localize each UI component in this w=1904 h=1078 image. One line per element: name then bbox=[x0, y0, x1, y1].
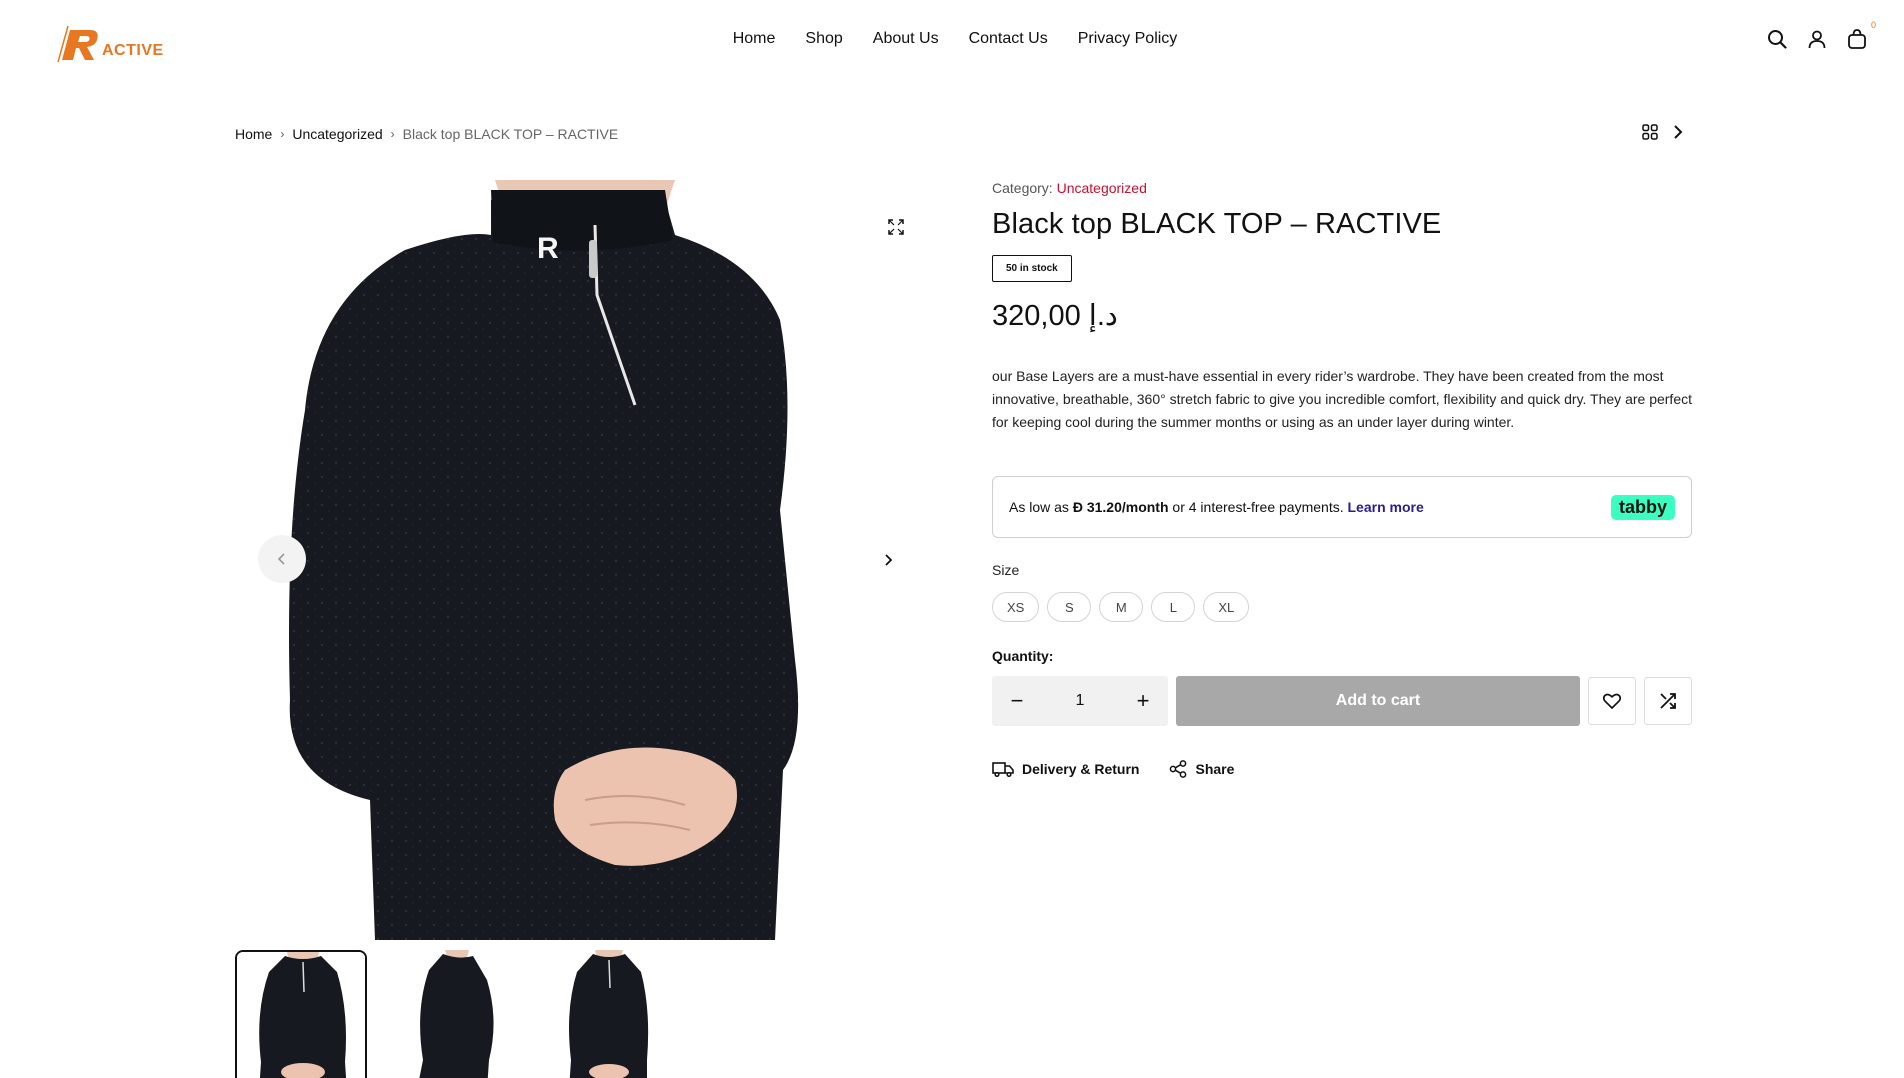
compare-icon bbox=[1660, 693, 1676, 709]
cart-count: 0 bbox=[1870, 20, 1876, 30]
thumbnail-1[interactable] bbox=[235, 950, 367, 1078]
site-header: ACTIVE Home Shop About Us Contact Us Pri… bbox=[0, 0, 1904, 84]
quantity-increase-button[interactable]: + bbox=[1132, 688, 1154, 714]
expand-icon[interactable] bbox=[888, 219, 906, 237]
compare-button[interactable] bbox=[1644, 677, 1692, 725]
product-price: د.إ 320,00 bbox=[992, 300, 1118, 332]
nav-home[interactable]: Home bbox=[733, 30, 776, 48]
product-description: our Base Layers are a must-have essentia… bbox=[992, 368, 1692, 430]
gallery-prev-button[interactable] bbox=[258, 535, 306, 583]
heart-icon bbox=[1603, 693, 1621, 709]
tabby-text: As low as Ð 31.20/month or 4 interest-fr… bbox=[1009, 499, 1424, 515]
nav-about-us[interactable]: About Us bbox=[873, 30, 939, 48]
truck-icon bbox=[992, 762, 1014, 777]
chevron-right-icon: › bbox=[280, 127, 285, 141]
gallery-thumbnails bbox=[235, 950, 675, 1078]
breadcrumb-current: Black top BLACK TOP – RACTIVE bbox=[402, 126, 619, 142]
tabby-logo: tabby bbox=[1610, 494, 1675, 520]
thumbnail-3[interactable] bbox=[543, 950, 675, 1078]
nav-contact-us[interactable]: Contact Us bbox=[969, 30, 1048, 48]
product-title: Black top BLACK TOP – RACTIVE bbox=[992, 208, 1442, 240]
tabby-currency: Ð bbox=[1072, 499, 1083, 515]
bag-icon[interactable]: 0 bbox=[1846, 20, 1876, 50]
wishlist-button[interactable] bbox=[1588, 677, 1636, 725]
share-label: Share bbox=[1195, 761, 1235, 777]
size-option-s[interactable]: S bbox=[1047, 592, 1092, 622]
tabby-learn-more-link[interactable]: Learn more bbox=[1348, 499, 1424, 515]
tabby-widget: As low as Ð 31.20/month or 4 interest-fr… bbox=[992, 476, 1692, 538]
chevron-right-icon[interactable] bbox=[1672, 124, 1684, 145]
nav-shop[interactable]: Shop bbox=[805, 30, 842, 48]
breadcrumb-home[interactable]: Home bbox=[235, 126, 272, 142]
gallery-next-button[interactable] bbox=[876, 548, 900, 572]
size-option-l[interactable]: L bbox=[1151, 592, 1196, 622]
main-nav: Home Shop About Us Contact Us Privacy Po… bbox=[0, 30, 1904, 48]
tabby-amount: 31.20/month bbox=[1086, 499, 1169, 515]
category-label: Category: bbox=[992, 180, 1053, 196]
quantity-value[interactable]: 1 bbox=[1076, 692, 1085, 710]
size-option-xs[interactable]: XS bbox=[992, 592, 1040, 622]
quantity-label: Quantity: bbox=[992, 648, 1054, 664]
grid-icon[interactable] bbox=[1642, 124, 1658, 145]
product-gallery: R bbox=[235, 180, 915, 940]
thumbnail-2[interactable] bbox=[389, 950, 521, 1078]
stock-badge: 50 in stock bbox=[992, 255, 1072, 282]
delivery-return-link[interactable]: Delivery & Return bbox=[992, 760, 1139, 778]
svg-text:R: R bbox=[537, 232, 559, 265]
quantity-decrease-button[interactable]: − bbox=[1006, 688, 1028, 714]
category-link[interactable]: Uncategorized bbox=[1057, 180, 1147, 196]
breadcrumb: Home › Uncategorized › Black top BLACK T… bbox=[235, 126, 618, 142]
chevron-right-icon bbox=[885, 554, 893, 566]
product-photo: R bbox=[235, 180, 915, 940]
header-icons: 0 bbox=[1766, 20, 1876, 50]
size-options: XS S M L XL bbox=[992, 592, 1692, 622]
product-info: Category: Uncategorized Black top BLACK … bbox=[992, 180, 1692, 778]
user-icon[interactable] bbox=[1806, 28, 1828, 50]
search-icon[interactable] bbox=[1766, 28, 1788, 50]
add-to-cart-button[interactable]: Add to cart bbox=[1176, 676, 1580, 726]
size-option-xl[interactable]: XL bbox=[1203, 592, 1250, 622]
nav-privacy-policy[interactable]: Privacy Policy bbox=[1078, 30, 1178, 48]
product-extras: Delivery & Return Share bbox=[992, 760, 1692, 778]
breadcrumb-category[interactable]: Uncategorized bbox=[292, 126, 382, 142]
product-nav bbox=[1642, 124, 1684, 145]
share-link[interactable]: Share bbox=[1169, 760, 1234, 778]
share-icon bbox=[1170, 760, 1187, 778]
size-option-m[interactable]: M bbox=[1099, 592, 1144, 622]
chevron-right-icon: › bbox=[390, 127, 395, 141]
product-main-image[interactable]: R bbox=[235, 180, 915, 940]
tabby-prefix: As low as bbox=[1009, 499, 1069, 515]
product-category: Category: Uncategorized bbox=[992, 180, 1692, 196]
tabby-middle: or 4 interest-free payments. bbox=[1172, 499, 1344, 515]
delivery-return-label: Delivery & Return bbox=[1022, 761, 1140, 777]
chevron-left-icon bbox=[277, 553, 285, 565]
quantity-stepper: − 1 + bbox=[992, 676, 1168, 726]
size-label: Size bbox=[992, 562, 1020, 578]
cart-row: − 1 + Add to cart bbox=[992, 676, 1692, 726]
